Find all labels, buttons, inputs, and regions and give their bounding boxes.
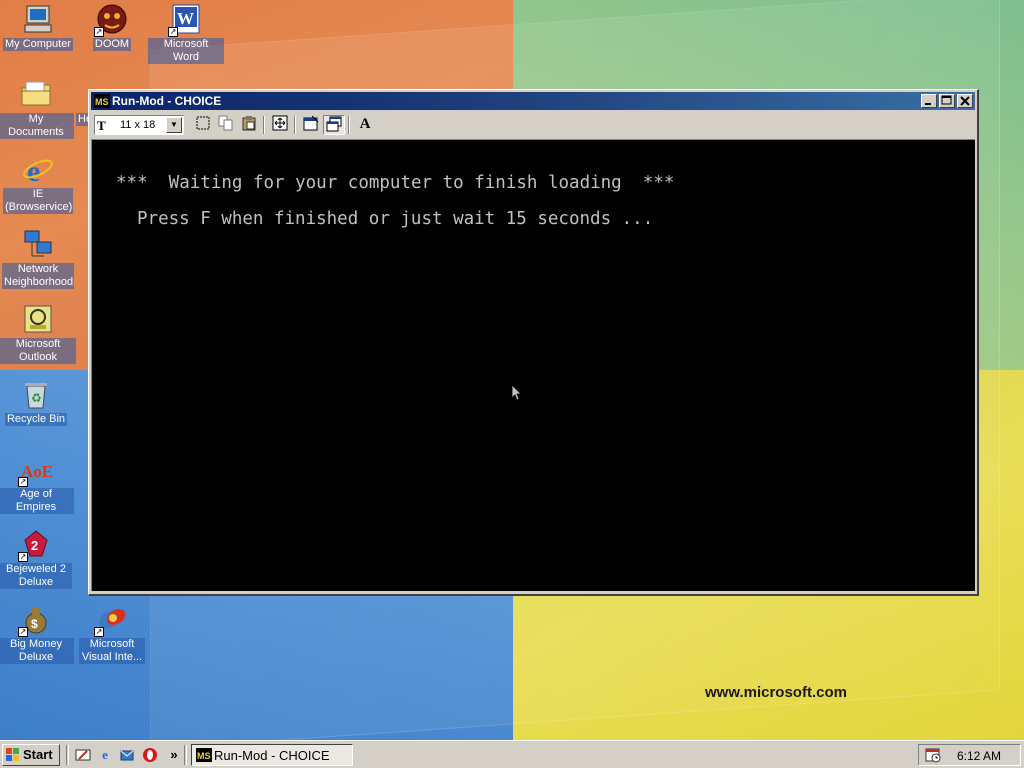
folder-icon <box>20 78 52 110</box>
show-desktop-icon[interactable] <box>75 747 91 763</box>
chevron-down-icon[interactable]: ▼ <box>166 117 182 133</box>
properties-button[interactable] <box>300 115 322 135</box>
desktop-icon-age-of-empires[interactable]: AoE ↗ Age of Empires <box>0 453 74 514</box>
desktop-icon-visual-interdev[interactable]: ↗ Microsoft Visual Inte... <box>74 603 150 664</box>
toolbar-separator <box>294 116 296 134</box>
doom-icon: ↗ <box>94 3 128 37</box>
recycle-bin-icon: ♻ <box>20 378 52 410</box>
svg-text:MS: MS <box>95 97 109 107</box>
desktop-icon-my-documents[interactable]: My Documents <box>0 78 74 139</box>
desktop-icon-my-computer[interactable]: My Computer <box>0 3 76 51</box>
desktop-icon-ie[interactable]: e IE (Browservice) <box>0 153 76 214</box>
toolbar-separator <box>348 116 350 134</box>
clock[interactable]: 6:12 AM <box>957 749 1001 763</box>
ms-dos-icon: MS <box>94 94 110 108</box>
internet-explorer-icon[interactable]: e <box>97 747 113 763</box>
bejeweled-icon: 2 ↗ <box>18 528 52 562</box>
font-button[interactable]: A <box>354 115 376 135</box>
taskbar: Start e » MS Run-Mod - CHOICE 6:12 AM <box>0 740 1024 768</box>
money-bag-icon: $ ↗ <box>18 603 52 637</box>
svg-text:MS: MS <box>197 751 211 761</box>
full-screen-button[interactable] <box>269 115 291 135</box>
network-icon <box>22 228 54 260</box>
console-line-waiting: *** Waiting for your computer to finish … <box>116 173 675 193</box>
font-size-value: 11 x 18 <box>120 119 156 131</box>
start-button[interactable]: Start <box>2 744 60 766</box>
desktop-icon-recycle-bin[interactable]: ♻ Recycle Bin <box>0 378 74 426</box>
mark-button[interactable] <box>192 115 214 135</box>
outlook-express-icon[interactable] <box>119 747 135 763</box>
word-icon: W ↗ <box>168 3 202 37</box>
wallpaper-brand-url: www.microsoft.com <box>705 684 847 701</box>
desktop-icon-doom[interactable]: ↗ DOOM <box>74 3 150 51</box>
desktop-icon-word[interactable]: W ↗ Microsoft Word <box>148 3 224 64</box>
window-title: Run-Mod - CHOICE <box>112 94 222 108</box>
taskbar-grip[interactable] <box>184 745 187 765</box>
console-output[interactable]: *** Waiting for your computer to finish … <box>91 139 975 591</box>
font-t-icon: T <box>97 118 106 133</box>
svg-text:$: $ <box>31 617 38 631</box>
desktop-icon-outlook[interactable]: Microsoft Outlook <box>0 303 76 364</box>
svg-text:2: 2 <box>31 538 38 553</box>
run-mod-window[interactable]: MS Run-Mod - CHOICE T 11 x 18 ▼ A *** Wa… <box>88 89 979 596</box>
close-button[interactable] <box>957 94 973 108</box>
taskbar-button-label: Run-Mod - CHOICE <box>214 748 330 763</box>
desktop-icon-bejeweled[interactable]: 2 ↗ Bejeweled 2 Deluxe <box>0 528 74 589</box>
system-tray: 6:12 AM <box>918 744 1021 766</box>
svg-text:♻: ♻ <box>31 391 42 405</box>
font-size-select[interactable]: T 11 x 18 ▼ <box>94 115 184 135</box>
minimize-button[interactable] <box>921 94 937 108</box>
outlook-icon <box>22 303 54 335</box>
copy-button[interactable] <box>215 115 237 135</box>
quick-launch-overflow[interactable]: » <box>166 747 182 763</box>
background-button[interactable] <box>323 115 345 135</box>
mouse-cursor-icon <box>511 384 523 407</box>
title-bar[interactable]: MS Run-Mod - CHOICE <box>91 92 975 110</box>
internet-explorer-icon: e <box>22 153 54 188</box>
ms-dos-icon: MS <box>196 748 212 762</box>
start-label: Start <box>23 747 53 762</box>
toolbar-separator <box>263 116 265 134</box>
scheduler-icon[interactable] <box>925 747 941 763</box>
svg-text:e: e <box>27 155 40 185</box>
opera-icon[interactable] <box>142 747 158 763</box>
taskbar-button-run-mod[interactable]: MS Run-Mod - CHOICE <box>191 744 353 766</box>
desktop-icon-big-money[interactable]: $ ↗ Big Money Deluxe <box>0 603 74 664</box>
svg-text:W: W <box>177 9 194 28</box>
quick-launch-grip[interactable] <box>66 745 69 765</box>
my-computer-icon <box>22 3 54 35</box>
toolbar: T 11 x 18 ▼ A <box>91 113 975 137</box>
visual-interdev-icon: ↗ <box>94 603 128 637</box>
console-line-press-f: Press F when finished or just wait 15 se… <box>137 209 654 229</box>
windows-logo-icon <box>6 748 20 762</box>
maximize-button[interactable] <box>939 94 955 108</box>
paste-button[interactable] <box>238 115 260 135</box>
age-of-empires-icon: AoE ↗ <box>18 462 53 487</box>
desktop-icon-network[interactable]: Network Neighborhood <box>0 228 76 289</box>
